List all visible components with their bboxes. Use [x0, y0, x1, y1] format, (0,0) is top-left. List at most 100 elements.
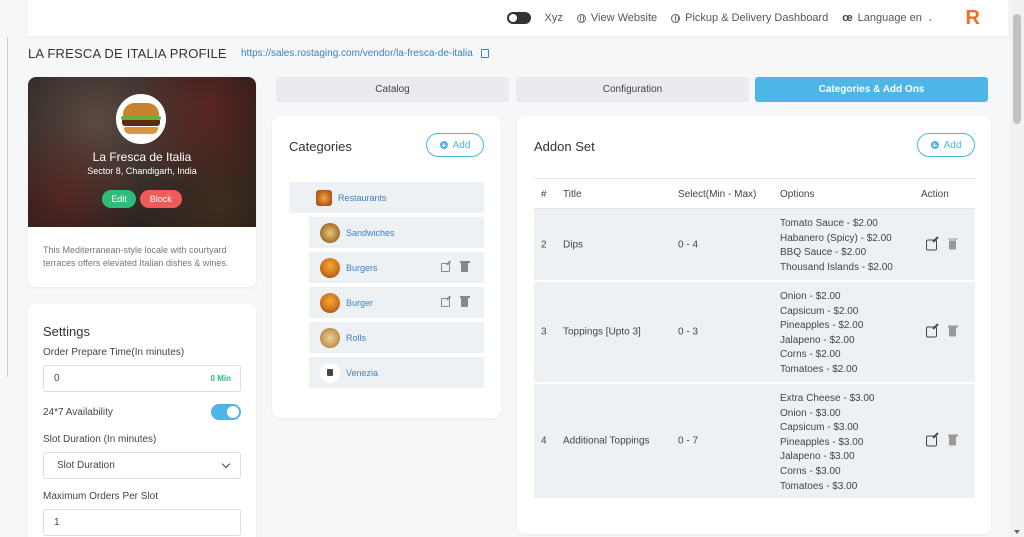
profile-actions: Edit Block [28, 190, 256, 208]
option-item: Extra Cheese - $3.00 [780, 393, 875, 404]
plus-icon [930, 141, 939, 149]
row-title: Additional Toppings [563, 435, 650, 447]
option-item: Habanero (Spicy) - $2.00 [780, 232, 892, 244]
venezia-icon [320, 362, 340, 383]
settings-card: Settings Order Prepare Time(In minutes) … [28, 304, 256, 537]
dashboard-label: Pickup & Delivery Dashboard [685, 12, 829, 24]
language-dropdown[interactable]: œ Language en ⌄ [842, 12, 933, 24]
availability-label: 24*7 Availability [43, 406, 113, 418]
category-item-sandwiches[interactable]: Sandwiches [309, 217, 484, 248]
trash-icon[interactable] [947, 434, 958, 446]
table-row: 4 Additional Toppings 0 - 7 Extra Cheese… [534, 384, 975, 500]
sandwich-icon [320, 222, 340, 243]
table-row: 3 Toppings [Upto 3] 0 - 3 Onion - $2.00 … [534, 282, 975, 384]
option-item: Onion - $3.00 [780, 407, 841, 419]
settings-title: Settings [43, 324, 90, 339]
view-website-link[interactable]: View Website [576, 12, 658, 24]
edit-icon[interactable] [926, 239, 937, 250]
edit-icon[interactable] [926, 435, 937, 447]
brand-logo[interactable]: R [966, 7, 980, 30]
row-range: 0 - 3 [678, 326, 699, 338]
add-addon-button[interactable]: Add [917, 133, 975, 157]
category-label: Burger [346, 297, 374, 308]
edit-icon[interactable] [441, 298, 450, 307]
add-category-label: Add [452, 139, 471, 151]
edit-icon[interactable] [441, 263, 450, 272]
theme-toggle[interactable] [506, 12, 531, 24]
category-item-venezia[interactable]: Venezia [309, 357, 484, 388]
category-item-rolls[interactable]: Rolls [309, 322, 484, 353]
category-item-burger[interactable]: Burger [309, 287, 484, 318]
option-item: Corns - $3.00 [780, 465, 841, 477]
row-options: Extra Cheese - $3.00 Onion - $3.00 Capsi… [780, 392, 875, 494]
globe-icon [576, 13, 586, 23]
option-item: Jalapeno - $2.00 [780, 334, 855, 346]
option-item: Thousand Islands - $2.00 [780, 261, 893, 273]
availability-toggle[interactable] [211, 404, 241, 420]
prep-time-value: 0 [54, 373, 60, 384]
category-item-burgers[interactable]: Burgers [309, 252, 484, 283]
row-number: 2 [541, 239, 547, 250]
user-name[interactable]: Xyz [545, 12, 563, 24]
vendor-address: Sector 8, Chandigarh, India [87, 166, 197, 176]
availability-row: 24*7 Availability [43, 404, 241, 420]
row-range: 0 - 7 [678, 435, 699, 447]
row-actions [926, 325, 958, 338]
block-vendor-button[interactable]: Block [139, 190, 182, 208]
view-website-label: View Website [590, 12, 658, 24]
category-label: Restaurants [338, 192, 387, 203]
trash-icon[interactable] [947, 325, 958, 337]
slot-duration-select[interactable]: Slot Duration [43, 452, 241, 479]
col-number: # [541, 189, 547, 200]
row-actions [926, 434, 958, 447]
vertical-scrollbar[interactable] [1010, 0, 1024, 537]
category-label: Rolls [346, 332, 367, 343]
chevron-down-icon: ⌄ [926, 13, 934, 23]
burger-icon [320, 292, 340, 313]
col-action: Action [921, 189, 949, 200]
scroll-down-arrow-icon[interactable] [1014, 530, 1020, 534]
addon-set-card: Addon Set Add # Title Select(Min - Max) … [517, 116, 991, 534]
edit-profile-button[interactable]: Edit [102, 190, 136, 208]
vendor-name: La Fresca de Italia [92, 150, 192, 164]
copy-icon[interactable] [480, 49, 489, 58]
scrollbar-thumb[interactable] [1013, 14, 1021, 124]
profile-url-text[interactable]: https://sales.rostaging.com/vendor/la-fr… [241, 48, 473, 59]
prep-time-unit: 0 Min [210, 374, 231, 383]
trash-icon[interactable] [947, 238, 958, 249]
row-title: Toppings [Upto 3] [563, 326, 641, 338]
profile-url[interactable]: https://sales.rostaging.com/vendor/la-fr… [241, 48, 489, 59]
header-right: Xyz View Website Pickup & Delivery Dashb… [506, 0, 980, 36]
addon-table: # Title Select(Min - Max) Options Action… [534, 178, 975, 500]
trash-icon[interactable] [459, 261, 470, 272]
category-label: Venezia [346, 367, 379, 378]
table-row: 2 Dips 0 - 4 Tomato Sauce - $2.00 Habane… [534, 209, 975, 282]
col-options: Options [780, 189, 815, 200]
add-category-button[interactable]: Add [426, 133, 484, 157]
top-header: Xyz View Website Pickup & Delivery Dashb… [28, 0, 1008, 36]
option-item: Jalapeno - $3.00 [780, 451, 855, 463]
category-item-restaurants[interactable]: Restaurants [289, 182, 484, 213]
row-options: Onion - $2.00 Capsicum - $2.00 Pineapple… [780, 290, 863, 378]
option-item: Onion - $2.00 [780, 291, 841, 302]
prep-time-input[interactable]: 0 0 Min [43, 365, 241, 392]
tab-configuration[interactable]: Configuration [516, 77, 749, 102]
add-addon-label: Add [943, 139, 962, 151]
row-number: 3 [541, 326, 547, 338]
row-range: 0 - 4 [678, 239, 699, 250]
option-item: Capsicum - $3.00 [780, 422, 859, 434]
row-number: 4 [541, 435, 547, 447]
col-title: Title [563, 189, 582, 200]
globe-icon [671, 13, 681, 23]
restaurant-icon [316, 189, 332, 206]
category-actions [441, 261, 470, 272]
max-orders-input[interactable]: 1 [43, 509, 241, 536]
edit-icon[interactable] [926, 326, 937, 338]
dashboard-link[interactable]: Pickup & Delivery Dashboard [671, 12, 828, 24]
tab-categories-addons[interactable]: Categories & Add Ons [755, 77, 988, 102]
trash-icon[interactable] [459, 296, 470, 307]
tab-catalog[interactable]: Catalog [276, 77, 509, 102]
chevron-down-icon [221, 459, 231, 469]
row-actions [926, 238, 958, 250]
option-item: Tomatoes - $2.00 [780, 363, 858, 375]
